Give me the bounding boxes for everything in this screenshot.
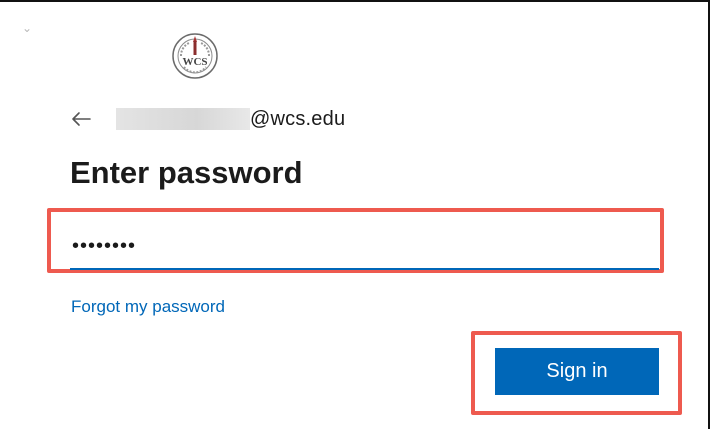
password-input[interactable]: [70, 224, 659, 270]
svg-text:WCS: WCS: [182, 56, 207, 68]
forgot-password-link[interactable]: Forgot my password: [71, 297, 225, 317]
email-domain: @wcs.edu: [250, 107, 346, 130]
corner-mark-icon: ⌄: [22, 21, 33, 35]
redacted-email-username: [116, 108, 250, 130]
account-identity: @wcs.edu: [70, 105, 345, 133]
school-seal-icon: WCS: [172, 33, 218, 79]
sign-in-button[interactable]: Sign in: [495, 348, 659, 395]
page-title: Enter password: [70, 155, 303, 190]
arrow-left-icon[interactable]: [70, 110, 92, 128]
